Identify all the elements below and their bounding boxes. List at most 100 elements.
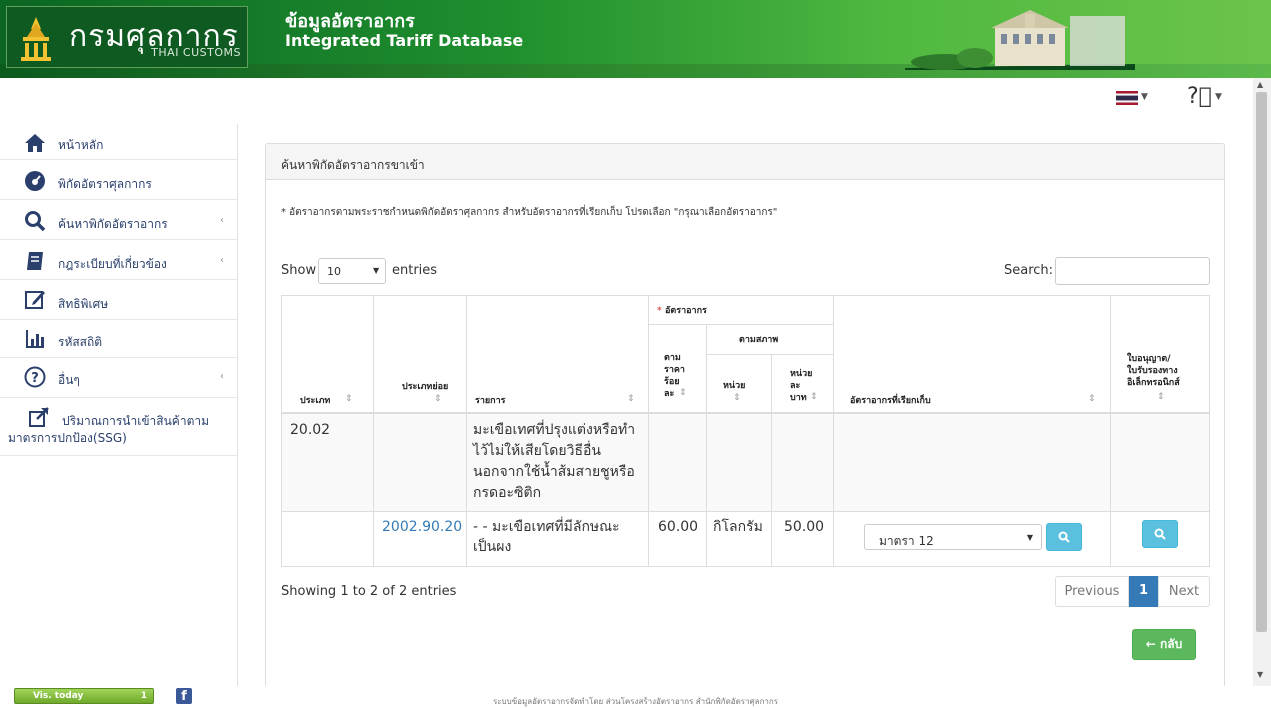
th-per-unit-l2: ละ (790, 381, 801, 391)
th-collected-label: อัตราอากรที่เรียกเก็บ (850, 396, 931, 406)
th-license-l2: ใบรับรองทาง (1127, 366, 1178, 376)
per-unit-value: 50.00 (784, 519, 825, 535)
subtype-link[interactable]: 2002.90.20 (382, 517, 462, 538)
entries-label: entries (392, 263, 438, 278)
previous-page-button[interactable]: Previous (1055, 576, 1129, 607)
external-link-icon (29, 407, 49, 427)
cell-per-unit (772, 414, 834, 512)
customs-emblem-icon (21, 17, 51, 61)
customs-logo[interactable]: กรมศุลกากร THAI CUSTOMS (6, 6, 248, 68)
th-type-label: ประเภท (300, 396, 331, 406)
sort-icon: ⇕ (627, 394, 635, 404)
chevron-down-icon: ▼ (1026, 533, 1033, 542)
entries-value: 10 (327, 265, 341, 278)
panel-title: ค้นหาพิกัดอัตราอากรขาเข้า (281, 158, 425, 172)
cell-ad-valorem (649, 414, 707, 512)
chevron-left-icon: ‹ (220, 255, 224, 266)
th-unit[interactable]: หน่วย ⇕ (707, 355, 772, 413)
page-1-button[interactable]: 1 (1129, 576, 1158, 607)
sidebar-item-ssg[interactable]: ปริมาณการนำเข้าสินค้าตาม มาตรการปกป้อง(S… (0, 398, 238, 456)
sidebar-item-others[interactable]: ? อื่นๆ ‹ (0, 358, 238, 398)
search-license-button[interactable] (1142, 520, 1178, 548)
sort-icon: ⇕ (679, 388, 687, 398)
help-caret-icon[interactable]: ▼ (1215, 92, 1222, 102)
th-ad-valorem-l1: ตาม (664, 353, 681, 363)
footer-credit: ระบบข้อมูลอัตราอากรจัดทำโดย ส่วนโครงสร้า… (492, 697, 779, 706)
site-header: กรมศุลกากร THAI CUSTOMS ข้อมูลอัตราอากร … (0, 0, 1271, 78)
sidebar-item-label: รหัสสถิติ (58, 335, 103, 349)
th-subtype-label: ประเภทย่อย (402, 382, 449, 392)
th-ad-valorem[interactable]: ตาม ราคา ร้อย ละ ⇕ (649, 325, 707, 413)
sidebar-item-home[interactable]: หน้าหลัก (0, 124, 238, 160)
thai-flag-icon[interactable] (1116, 91, 1138, 105)
sort-icon: ⇕ (1157, 392, 1165, 402)
logo-subtext: THAI CUSTOMS (151, 46, 241, 59)
table-row: 20.02 (281, 414, 374, 512)
table-info: Showing 1 to 2 of 2 entries (281, 584, 457, 599)
th-collected[interactable]: อัตราอากรที่เรียกเก็บ ⇕ (834, 295, 1111, 413)
cell-unit (707, 414, 772, 512)
top-bar (0, 78, 1253, 124)
cell-unit: กิโลกรัม (707, 512, 772, 567)
edit-icon (25, 291, 45, 309)
search-collected-button[interactable] (1046, 523, 1082, 551)
sidebar-item-privileges[interactable]: สิทธิพิเศษ (0, 280, 238, 320)
description-line: กรดอะซิติก (473, 485, 542, 501)
search-icon (1154, 528, 1166, 540)
site-subtitle: Integrated Tariff Database (285, 31, 524, 50)
description-line: เป็นผง (473, 539, 512, 555)
customs-building-image (905, 10, 1135, 70)
collected-rate-select[interactable]: มาตรา 12 ▼ (864, 524, 1042, 550)
show-label: Show (281, 263, 317, 278)
sidebar-item-search-tariff[interactable]: ค้นหาพิกัดอัตราอากร ‹ (0, 200, 238, 240)
cell-subtype (374, 414, 467, 512)
next-page-button[interactable]: Next (1158, 576, 1210, 607)
th-type[interactable]: ประเภท ⇕ (281, 295, 374, 413)
book-icon (27, 252, 43, 270)
help-icon[interactable]: ?⃝ (1187, 84, 1212, 109)
cell-per-unit: 50.00 (772, 512, 834, 567)
th-description[interactable]: รายการ ⇕ (467, 295, 649, 413)
description-line: - - มะเขือเทศที่มีลักษณะ (473, 519, 620, 535)
th-license[interactable]: ใบอนุญาต/ ใบรับรองทาง อิเล็กทรอนิกส์ ⇕ (1111, 295, 1210, 413)
back-button[interactable]: ← กลับ (1132, 629, 1196, 660)
th-per-unit[interactable]: หน่วย ละ บาท ⇕ (772, 355, 834, 413)
sort-icon: ⇕ (434, 394, 442, 404)
cell-ad-valorem: 60.00 (649, 512, 707, 567)
collected-rate-value: มาตรา 12 (879, 534, 934, 548)
search-label: Search: (1004, 263, 1054, 278)
unit-value: กิโลกรัม (713, 519, 763, 535)
description-line: นอกจากใช้น้ำส้มสายชูหรือ (473, 464, 635, 480)
svg-text:?: ? (31, 371, 39, 386)
chevron-down-icon: ▼ (373, 266, 380, 275)
chevron-left-icon: ‹ (220, 371, 224, 382)
th-duty-label: อัตราอากร (665, 306, 707, 316)
table-row (281, 512, 374, 567)
search-icon (1058, 531, 1070, 543)
th-specific-group: ตามสภาพ (707, 325, 834, 355)
th-ad-valorem-l3: ร้อย (664, 377, 680, 387)
cell-subtype: 2002.90.20 (374, 512, 467, 567)
description-line: มะเขือเทศที่ปรุงแต่งหรือทำ (473, 422, 636, 438)
sidebar-item-tariff[interactable]: พิกัดอัตราศุลกากร (0, 160, 238, 200)
language-caret-icon[interactable]: ▼ (1141, 92, 1148, 102)
sidebar-item-label-line2: มาตรการปกป้อง(SSG) (8, 431, 127, 445)
panel-heading: ค้นหาพิกัดอัตราอากรขาเข้า (266, 144, 1224, 180)
sidebar-item-label: ค้นหาพิกัดอัตราอากร (58, 217, 168, 231)
sidebar: หน้าหลัก พิกัดอัตราศุลกากร ค้นหาพิกัดอัต… (0, 124, 238, 686)
sidebar-item-statistics[interactable]: รหัสสถิติ (0, 320, 238, 358)
table-search-input[interactable] (1055, 257, 1210, 285)
th-ad-valorem-l2: ราคา (664, 365, 685, 375)
th-specific-label: ตามสภาพ (739, 335, 779, 345)
dashboard-icon (25, 171, 45, 191)
sidebar-item-label: สิทธิพิเศษ (58, 297, 109, 311)
scroll-up-arrow-icon[interactable]: ▲ (1257, 80, 1263, 89)
scroll-down-arrow-icon[interactable]: ▼ (1257, 670, 1263, 679)
scrollbar-thumb[interactable] (1256, 92, 1267, 632)
sidebar-item-regulations[interactable]: กฎระเบียบที่เกี่ยวข้อง ‹ (0, 240, 238, 280)
sidebar-item-label: พิกัดอัตราศุลกากร (58, 177, 152, 191)
cell-description: มะเขือเทศที่ปรุงแต่งหรือทำ ไว้ไม่ให้เสีย… (467, 414, 649, 512)
search-icon (25, 211, 46, 232)
required-star: * (657, 306, 662, 316)
th-subtype[interactable]: ประเภทย่อย ⇕ (374, 295, 467, 413)
